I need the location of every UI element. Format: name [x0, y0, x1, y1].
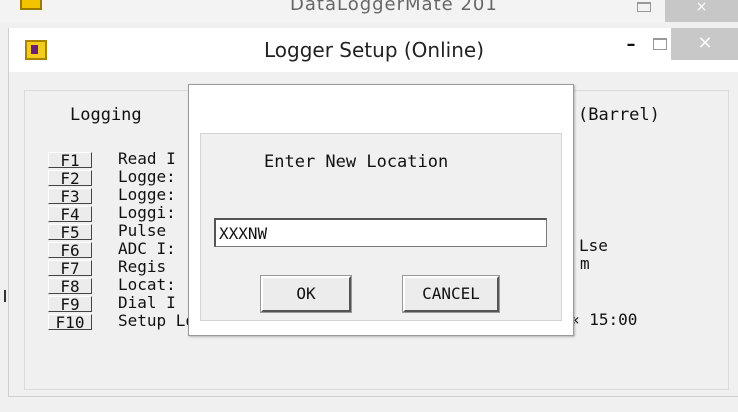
status-bar	[8, 396, 738, 412]
background-close-button[interactable]: ×	[665, 0, 738, 22]
f3-key-button[interactable]: F3	[48, 188, 92, 205]
background-maximize-icon[interactable]	[637, 2, 651, 12]
menu-row-f6[interactable]: F6 ADC I:	[48, 241, 176, 259]
menu-row-f4[interactable]: F4 Loggi:	[48, 205, 176, 223]
f9-key-button[interactable]: F9	[48, 296, 92, 313]
menu-label: Read I	[118, 149, 176, 168]
menu-label: Loggi:	[118, 203, 176, 222]
f4-key-button[interactable]: F4	[48, 206, 92, 223]
location-input[interactable]	[214, 218, 547, 247]
menu-row-f8[interactable]: F8 Locat:	[48, 277, 176, 295]
logging-heading: Logging	[70, 105, 142, 125]
menu-row-f10[interactable]: F10 Setup Logger	[48, 313, 234, 331]
dial-tail-text: « 15:00	[570, 310, 638, 329]
menu-label: Regis	[118, 257, 167, 276]
menu-row-f3[interactable]: F3 Logge:	[48, 187, 176, 205]
cancel-button[interactable]: CANCEL	[402, 275, 500, 313]
menu-label: Dial I	[118, 293, 176, 312]
title-bar: Logger Setup (Online) – ×	[9, 28, 738, 72]
adc-tail-text: m	[580, 254, 590, 273]
menu-row-f2[interactable]: F2 Logge:	[48, 169, 176, 187]
menu-row-f9[interactable]: F9 Dial I	[48, 295, 176, 313]
menu-label: Logge:	[118, 185, 176, 204]
location-prompt: Enter New Location	[264, 152, 449, 172]
menu-label: Pulse	[118, 221, 167, 240]
f6-key-button[interactable]: F6	[48, 242, 92, 259]
menu-label: ADC I:	[118, 239, 176, 258]
menu-label: Logge:	[118, 167, 176, 186]
menu-row-f7[interactable]: F7 Regis	[48, 259, 166, 277]
menu-row-f5[interactable]: F5 Pulse	[48, 223, 166, 241]
f1-key-button[interactable]: F1	[48, 152, 92, 169]
background-window-title: DataLoggerMate 201	[290, 0, 498, 15]
window-edge-mark	[4, 290, 6, 302]
f2-key-button[interactable]: F2	[48, 170, 92, 187]
menu-label: Locat:	[118, 275, 176, 294]
ok-button[interactable]: OK	[260, 275, 352, 313]
close-button[interactable]: ×	[671, 28, 738, 60]
f7-key-button[interactable]: F7	[48, 260, 92, 277]
menu-row-f1[interactable]: F1 Read I	[48, 151, 176, 169]
background-window: DataLoggerMate 201 ×	[0, 0, 738, 22]
background-app-icon	[20, 0, 42, 10]
minimize-button[interactable]: –	[621, 34, 641, 62]
barrel-heading: (Barrel)	[578, 105, 660, 125]
maximize-icon[interactable]	[653, 38, 667, 50]
f8-key-button[interactable]: F8	[48, 278, 92, 295]
pulse-tail-text: Lse	[579, 236, 608, 255]
f5-key-button[interactable]: F5	[48, 224, 92, 241]
f10-key-button[interactable]: F10	[48, 314, 92, 331]
